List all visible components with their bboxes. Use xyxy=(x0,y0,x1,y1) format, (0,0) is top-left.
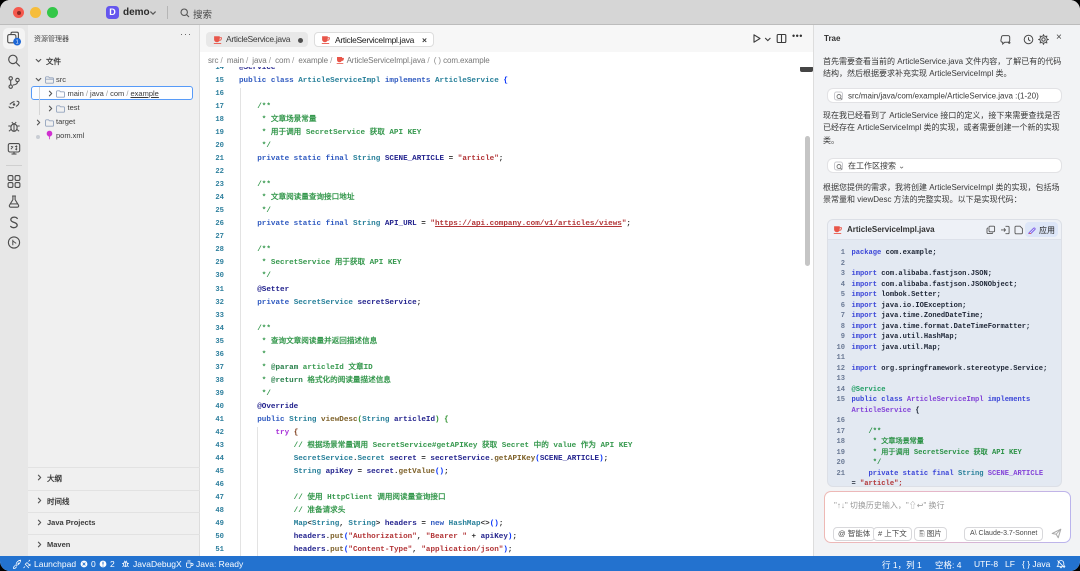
svg-text:1: 1 xyxy=(16,40,19,46)
